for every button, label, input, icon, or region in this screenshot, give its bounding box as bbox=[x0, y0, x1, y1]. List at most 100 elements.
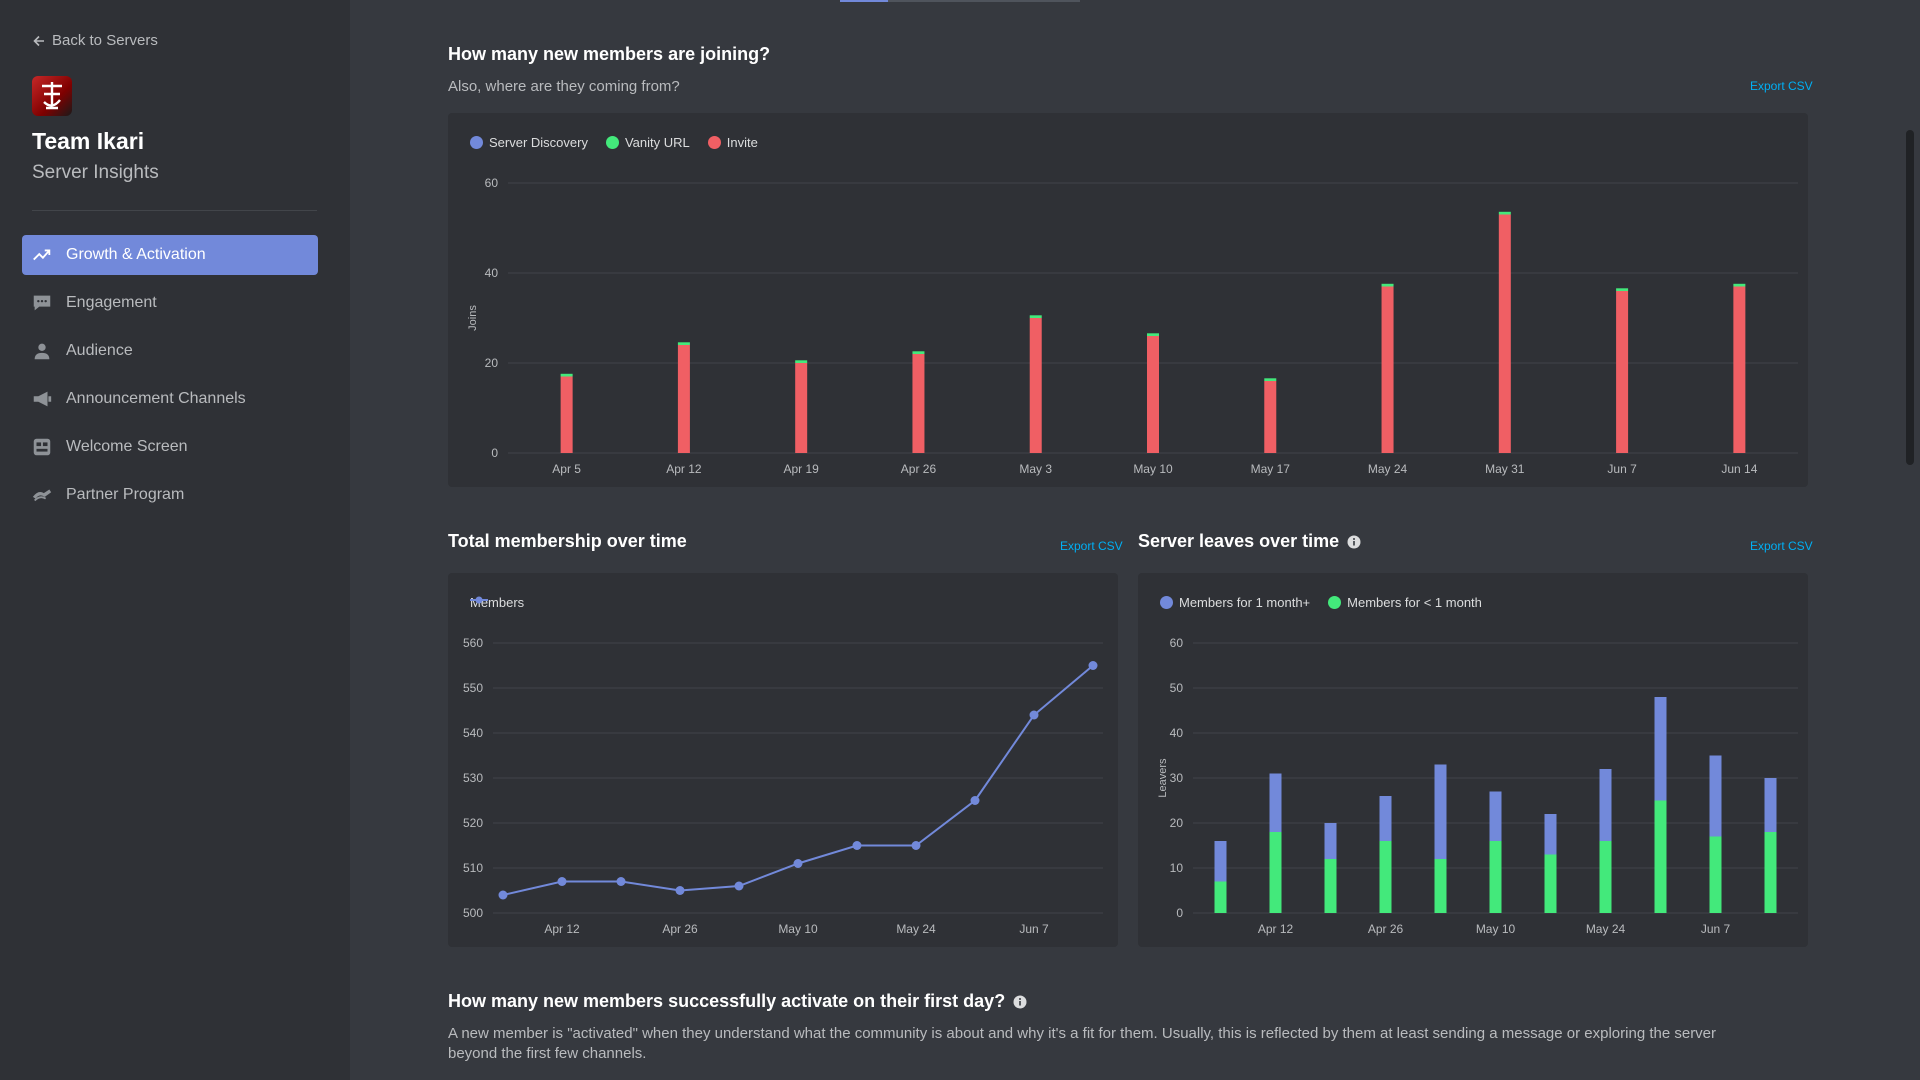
bar-segment bbox=[1654, 697, 1667, 801]
data-point bbox=[734, 881, 744, 891]
x-tick-label: May 17 bbox=[1251, 462, 1291, 476]
bar-segment bbox=[1709, 755, 1722, 837]
y-tick-label: 40 bbox=[485, 266, 499, 280]
bar-segment bbox=[1214, 881, 1227, 913]
y-tick-label: 510 bbox=[463, 861, 483, 875]
y-tick-label: 20 bbox=[1170, 816, 1184, 830]
megaphone-icon bbox=[30, 387, 54, 411]
server-name: Team Ikari bbox=[32, 128, 145, 154]
server-insights-subtitle: Server Insights bbox=[32, 162, 159, 183]
bar-segment bbox=[1381, 286, 1394, 453]
leaves-export-csv-button[interactable]: Export CSV bbox=[1750, 539, 1813, 553]
server-avatar bbox=[32, 76, 72, 116]
bar-segment bbox=[1029, 318, 1042, 453]
bar-segment bbox=[1434, 764, 1447, 859]
x-tick-label: Jun 14 bbox=[1721, 462, 1757, 476]
x-tick-label: May 24 bbox=[896, 922, 936, 936]
bar-segment bbox=[1489, 841, 1502, 913]
joins-export-csv-button[interactable]: Export CSV bbox=[1750, 79, 1813, 93]
chat-bubble-icon bbox=[30, 291, 54, 315]
y-tick-label: 500 bbox=[463, 906, 483, 920]
bar-segment bbox=[1616, 288, 1629, 291]
back-to-servers-link[interactable]: Back to Servers bbox=[32, 32, 158, 49]
y-tick-label: 40 bbox=[1170, 726, 1184, 740]
y-tick-label: 10 bbox=[1170, 861, 1184, 875]
membership-export-csv-button[interactable]: Export CSV bbox=[1060, 539, 1123, 553]
x-tick-label: May 10 bbox=[1476, 922, 1516, 936]
info-icon[interactable] bbox=[1347, 535, 1361, 549]
arrow-left-icon bbox=[33, 35, 44, 46]
bar-segment bbox=[795, 360, 808, 363]
x-tick-label: Apr 12 bbox=[666, 462, 702, 476]
bar-segment bbox=[560, 373, 573, 377]
info-icon[interactable] bbox=[1013, 995, 1027, 1009]
nav-item-label: Engagement bbox=[66, 294, 157, 311]
bar-segment bbox=[1147, 336, 1159, 453]
x-tick-label: May 10 bbox=[1133, 462, 1173, 476]
x-tick-label: Apr 19 bbox=[784, 462, 820, 476]
bar-segment bbox=[1264, 378, 1277, 381]
y-axis-label: Leavers bbox=[1157, 758, 1169, 798]
joins-bar-chart: 0 20 40 60 Joins Apr 5 Apr 12 Apr 19 Apr 26 May 3… bbox=[467, 176, 1798, 476]
bar-segment bbox=[1324, 823, 1337, 859]
bar-segment bbox=[1434, 859, 1447, 913]
bar-segment bbox=[1029, 315, 1042, 318]
x-tick-label: May 10 bbox=[778, 922, 818, 936]
y-tick-label: 0 bbox=[491, 446, 498, 460]
sidebar-divider bbox=[32, 210, 317, 211]
nav-item-announcement-channels[interactable]: Announcement Channels bbox=[22, 379, 318, 419]
nav-item-label: Announcement Channels bbox=[66, 390, 246, 407]
x-tick-label: Apr 26 bbox=[662, 922, 698, 936]
y-tick-label: 0 bbox=[1176, 906, 1183, 920]
membership-line-chart: 500 510 520 530 540 550 560 Apr 12 Apr 26 May 10 M… bbox=[463, 636, 1103, 936]
data-point bbox=[793, 859, 803, 868]
y-tick-label: 60 bbox=[1170, 636, 1184, 650]
bar-segment bbox=[1764, 778, 1777, 832]
nav-item-welcome-screen[interactable]: Welcome Screen bbox=[22, 427, 318, 467]
bar-segment bbox=[1269, 832, 1282, 913]
data-point bbox=[557, 877, 567, 886]
x-tick-label: May 24 bbox=[1368, 462, 1408, 476]
bar-segment bbox=[1489, 791, 1502, 841]
y-tick-label: 530 bbox=[463, 771, 483, 785]
data-point bbox=[616, 877, 626, 886]
nav-item-engagement[interactable]: Engagement bbox=[22, 283, 318, 323]
scrollbar-thumb[interactable] bbox=[1906, 130, 1914, 465]
bar-segment bbox=[1379, 796, 1392, 841]
bar-segment bbox=[912, 354, 925, 453]
partner-icon bbox=[30, 483, 54, 507]
bar-segment bbox=[1733, 286, 1746, 453]
bar-segment bbox=[1733, 283, 1746, 287]
leaves-title: Server leaves over time bbox=[1138, 531, 1361, 552]
bar-segment bbox=[1269, 773, 1282, 832]
data-point bbox=[498, 890, 508, 900]
main-content: How many new members are joining? Also, … bbox=[350, 0, 1920, 1080]
bar-segment bbox=[1379, 841, 1392, 913]
x-tick-label: Apr 5 bbox=[552, 462, 581, 476]
leaves-chart-card: Members for 1 month+ Members for < 1 mon… bbox=[1138, 573, 1808, 947]
trending-up-icon bbox=[30, 243, 54, 267]
leaves-bar-chart: 0 10 20 30 40 50 60 Leavers Apr 12 Apr 26 May 10 Ma… bbox=[1157, 636, 1798, 936]
y-axis-label: Joins bbox=[467, 305, 479, 331]
bar-segment bbox=[677, 342, 690, 345]
nav-item-partner-program[interactable]: Partner Program bbox=[22, 475, 318, 515]
bar-segment bbox=[1324, 859, 1337, 913]
data-point bbox=[1029, 710, 1039, 720]
x-tick-label: Apr 12 bbox=[544, 922, 580, 936]
nav-item-label: Partner Program bbox=[66, 486, 185, 503]
bar-segment bbox=[1599, 769, 1612, 841]
bar-segment bbox=[1381, 283, 1394, 287]
y-tick-label: 50 bbox=[1170, 681, 1184, 695]
bar-segment bbox=[1709, 836, 1722, 913]
nav-item-audience[interactable]: Audience bbox=[22, 331, 318, 371]
server-logo-icon bbox=[42, 82, 62, 110]
bar-segment bbox=[560, 376, 573, 453]
nav-item-growth-activation[interactable]: Growth & Activation bbox=[22, 235, 318, 275]
y-tick-label: 560 bbox=[463, 636, 483, 650]
back-link-label: Back to Servers bbox=[52, 32, 158, 49]
x-tick-label: May 31 bbox=[1485, 462, 1525, 476]
data-point bbox=[911, 841, 921, 850]
x-tick-label: Jun 7 bbox=[1607, 462, 1637, 476]
bar-segment bbox=[677, 345, 690, 453]
membership-title: Total membership over time bbox=[448, 531, 687, 551]
